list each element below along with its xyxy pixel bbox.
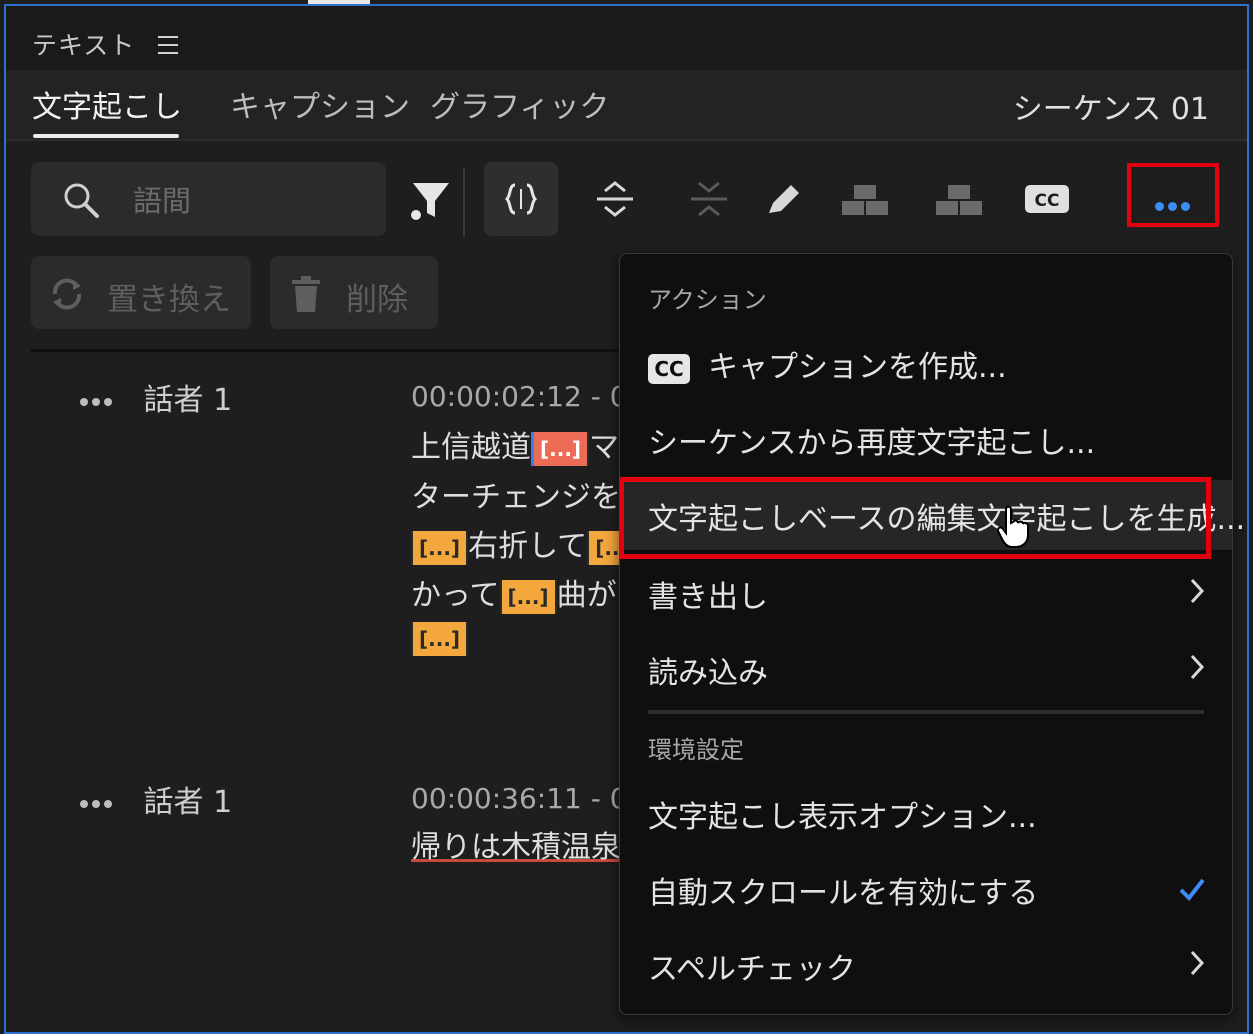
panel-title: テキスト <box>32 31 136 60</box>
edit-button[interactable] <box>746 162 820 236</box>
display-options-label: 文字起こし表示オプション... <box>648 800 1037 835</box>
pause-marker[interactable]: [...] <box>499 579 557 614</box>
speaker-row[interactable]: 話者 1 <box>80 777 232 821</box>
search-placeholder: 語間 <box>133 184 192 218</box>
pause-marker[interactable]: [...] <box>411 621 469 656</box>
panel-menu-icon[interactable] <box>158 36 178 60</box>
brackets-icon <box>504 183 538 215</box>
merge-segment-button[interactable] <box>922 162 996 236</box>
pause-marker[interactable]: [...] <box>411 530 469 565</box>
speaker-options-icon[interactable] <box>80 383 116 418</box>
delete-label: 削除 <box>346 282 408 318</box>
menu-item-auto-scroll[interactable]: 自動スクロールを有効にする <box>620 854 1232 924</box>
menu-divider <box>648 710 1204 714</box>
search-input[interactable]: 語間 <box>31 162 386 236</box>
replace-button[interactable]: 置き換え <box>31 256 251 329</box>
chevron-right-icon <box>1190 654 1205 680</box>
pencil-icon <box>769 185 799 213</box>
timecode: 00:00:36:11 - 00 <box>411 782 646 815</box>
menu-item-spellcheck[interactable]: スペルチェック <box>620 930 1232 1000</box>
tab-captions[interactable]: キャプション <box>230 82 410 126</box>
expand-button[interactable] <box>578 162 652 236</box>
collapse-icon <box>691 181 727 217</box>
search-icon <box>64 183 99 218</box>
more-highlight-box <box>1127 163 1219 227</box>
refresh-icon <box>52 278 82 310</box>
tab-bar: 文字起こし キャプション グラフィック シーケンス 01 <box>6 70 1247 140</box>
panel-header: テキスト <box>6 6 1247 70</box>
sequence-name: シーケンス 01 <box>1012 92 1209 127</box>
transcript-word[interactable]: マ <box>589 430 619 465</box>
pause-marker[interactable]: [...] <box>531 431 590 466</box>
create-captions-label: キャプションを作成... <box>708 350 1007 385</box>
divider <box>6 139 1247 141</box>
active-tab-indicator <box>33 134 179 138</box>
chevron-right-icon <box>1190 950 1205 976</box>
replace-label: 置き換え <box>107 282 231 318</box>
timecode: 00:00:02:12 - 00 <box>411 380 646 413</box>
import-label: 読み込み <box>648 656 768 691</box>
captions-button[interactable]: CC <box>1010 162 1084 236</box>
speaker-row[interactable]: 話者 1 <box>80 375 232 419</box>
speaker-options-icon[interactable] <box>80 785 116 820</box>
speaker-name: 話者 1 <box>143 785 233 820</box>
split-segment-button[interactable] <box>828 162 902 236</box>
window-top-marker <box>308 0 370 4</box>
generate-item-highlight-box <box>619 477 1211 559</box>
menu-item-retranscribe[interactable]: シーケンスから再度文字起こし... <box>620 404 1232 474</box>
cc-icon: CC <box>1025 185 1069 213</box>
delete-button[interactable]: 削除 <box>270 256 438 329</box>
toolbar-separator <box>463 168 465 236</box>
segment-merge-icon <box>936 185 982 215</box>
transcript-line[interactable]: [...] <box>411 620 469 656</box>
menu-section-settings: 環境設定 <box>648 736 744 764</box>
transcript-word[interactable]: かって <box>411 578 500 613</box>
filter-icon <box>411 183 449 220</box>
collapse-button[interactable] <box>672 162 746 236</box>
spellcheck-label: スペルチェック <box>648 952 856 987</box>
transcript-line[interactable]: かって [...] 曲がり <box>411 570 647 614</box>
menu-item-import[interactable]: 読み込み <box>620 634 1232 704</box>
cc-icon: CC <box>648 353 690 384</box>
trash-icon <box>292 276 320 312</box>
transcript-word[interactable]: 上信越道 <box>411 430 531 465</box>
transcript-word[interactable]: 帰りは木積温泉 <box>411 830 621 865</box>
list-divider <box>31 349 631 352</box>
expand-icon <box>597 181 633 217</box>
auto-scroll-label: 自動スクロールを有効にする <box>648 876 1039 911</box>
more-options-menu: アクション CC キャプションを作成... シーケンスから再度文字起こし... 文… <box>619 253 1245 1015</box>
speaker-name: 話者 1 <box>143 383 233 418</box>
segment-split-icon <box>842 185 888 215</box>
sync-scroll-button[interactable] <box>484 162 558 236</box>
transcript-line[interactable]: [...] 右折して [...] <box>411 521 645 565</box>
export-label: 書き出し <box>648 580 768 615</box>
svg-text:CC: CC <box>1035 191 1060 211</box>
more-options-icon[interactable] <box>1155 196 1194 215</box>
menu-item-display-options[interactable]: 文字起こし表示オプション... <box>620 778 1232 848</box>
retranscribe-label: シーケンスから再度文字起こし... <box>648 426 1096 461</box>
tab-transcript[interactable]: 文字起こし <box>32 82 182 126</box>
transcript-line[interactable]: 帰りは木積温泉 <box>411 822 621 866</box>
tab-graphics[interactable]: グラフィック <box>430 82 609 126</box>
filter-button[interactable] <box>390 162 464 236</box>
transcript-word[interactable]: 右折して <box>468 529 587 564</box>
chevron-right-icon <box>1190 578 1205 604</box>
transcript-line[interactable]: 上信越道 [...] マ <box>411 422 619 466</box>
checkmark-icon <box>1179 878 1205 902</box>
hand-cursor-icon <box>996 505 1029 548</box>
menu-item-create-captions[interactable]: CC キャプションを作成... <box>620 328 1232 398</box>
menu-section-actions: アクション <box>648 286 767 314</box>
menu-item-export[interactable]: 書き出し <box>620 558 1232 628</box>
